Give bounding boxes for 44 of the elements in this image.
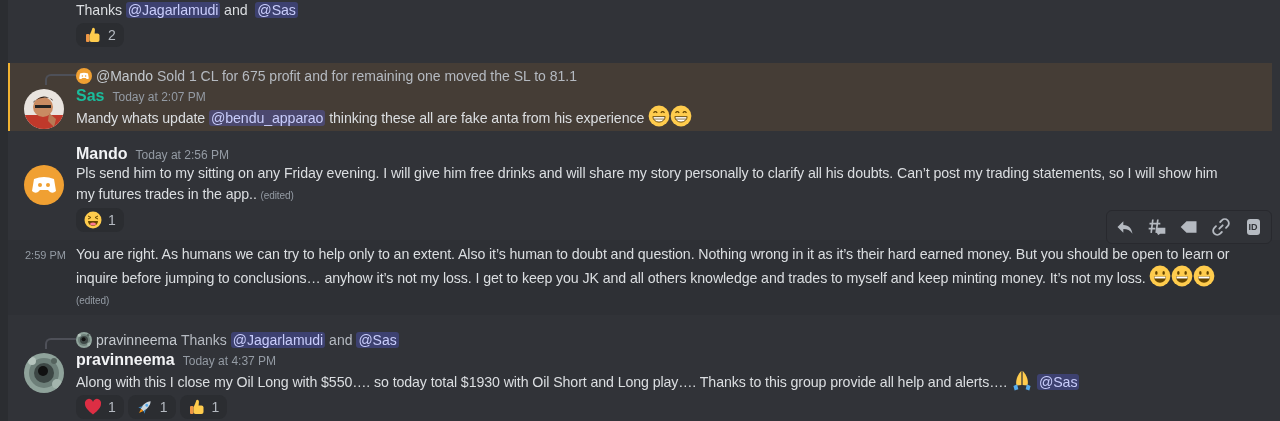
reaction[interactable]: 2 xyxy=(76,23,124,47)
message-text: Thanks @Jagarlamudi and @Sas xyxy=(76,1,299,20)
author-name[interactable]: Mando xyxy=(76,145,128,163)
timestamp: Today at 2:56 PM xyxy=(135,148,229,162)
message-text: Mandy whats update @bendu_apparao thinking these all are fake anta from his experience xyxy=(76,105,1224,129)
reply-author[interactable]: pravinneema xyxy=(96,332,177,348)
grinning-face-icon xyxy=(670,105,693,127)
timestamp: Today at 4:37 PM xyxy=(182,354,277,368)
timestamp: 2:59 PM xyxy=(25,249,66,261)
mention[interactable]: @Sas xyxy=(356,332,399,348)
smiling-face-icon xyxy=(1149,265,1172,287)
thumbs-up-icon xyxy=(84,26,102,44)
heart-icon xyxy=(84,398,102,416)
reply-line xyxy=(45,338,76,349)
mention[interactable]: @Jagarlamudi xyxy=(125,2,221,18)
message-text: Pls send him to my sitting on any Friday evening. I will give him free drinks and will share my story personally to clarify all his doubts. Can’t post my trading statements, so I will show him my futures trades in the app.. (edited) xyxy=(76,164,1219,204)
message-text: Along with this I close my Oil Long with $550…. so today total $1930 with Oil Short and Long play…. Thanks to this group provide all help and alerts…. @Sas xyxy=(76,369,1224,393)
controller-icon xyxy=(24,165,64,205)
timestamp: Today at 2:07 PM xyxy=(112,90,206,104)
reaction[interactable]: 1 xyxy=(76,208,124,232)
edited-label: (edited) xyxy=(260,190,294,201)
smiling-face-icon xyxy=(1193,265,1216,287)
thread-icon xyxy=(1147,217,1167,237)
copy-id-button[interactable]: ID xyxy=(1237,213,1269,241)
mention[interactable]: @Jagarlamudi xyxy=(230,332,326,348)
laughing-face-icon xyxy=(84,211,102,229)
link-icon xyxy=(1211,217,1231,237)
author-name[interactable]: pravinneema xyxy=(76,351,175,369)
reply-preview[interactable]: Thanks @Jagarlamudi and @Sas xyxy=(180,332,399,348)
smiling-face-icon xyxy=(1171,265,1194,287)
controller-icon xyxy=(76,68,92,84)
reaction[interactable]: 1 xyxy=(76,395,124,419)
mention[interactable]: @Sas xyxy=(255,2,298,18)
edited-label: (edited) xyxy=(76,295,110,306)
mention[interactable]: @bendu_apparao xyxy=(208,110,326,126)
author-name[interactable]: Sas xyxy=(76,87,105,105)
reply-author[interactable]: @Mando xyxy=(96,68,154,84)
message-text: You are right. As humans we can try to help only to an extent. Also it’s human to doubt and question. Nothing wrong in it as it’s their hard earned money. But you should be open to learn or inquire before jumping to conclusions… anyhow it’s not my loss. I get to keep you JK and all others knowledge and trades to myself and keep minting money. It’s not my loss. (edited) xyxy=(76,245,1231,308)
reply-preview[interactable]: Sold 1 CL for 675 profit and for remaining one moved the SL to 81.1 xyxy=(157,68,578,84)
grinning-face-icon xyxy=(648,105,671,127)
reaction[interactable]: 1 xyxy=(127,395,176,419)
mention[interactable]: @Sas xyxy=(1036,374,1080,390)
thumbs-up-icon xyxy=(187,398,206,416)
reaction[interactable]: 1 xyxy=(179,395,228,419)
